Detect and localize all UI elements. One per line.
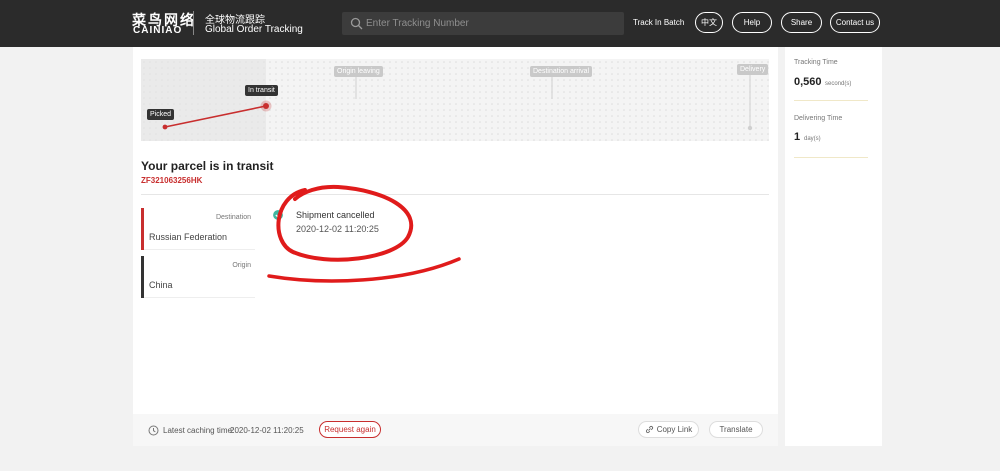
tracking-result-panel: Picked In transit Origin leaving Destina…: [133, 47, 778, 446]
translate-button[interactable]: Translate: [709, 421, 763, 438]
destination-label: Destination: [215, 214, 251, 221]
in-transit-tag: In transit: [245, 85, 278, 96]
top-navigation-bar: 菜鸟网络 CAINIAO 全球物流跟踪 Global Order Trackin…: [0, 0, 1000, 47]
check-icon: [273, 210, 283, 220]
origin-leaving-tag: Origin leaving: [334, 66, 383, 77]
origin-label: Origin: [232, 262, 251, 269]
share-button[interactable]: Share: [781, 12, 822, 33]
tracking-time-label: Tracking Time: [794, 59, 838, 66]
route-map-graphic: [141, 59, 769, 141]
tracking-number[interactable]: ZF321063256HK: [141, 176, 202, 185]
help-button[interactable]: Help: [732, 12, 772, 33]
request-again-button[interactable]: Request again: [319, 421, 381, 438]
subtitle-english: Global Order Tracking: [205, 24, 303, 35]
copy-link-button[interactable]: Copy Link: [638, 421, 699, 438]
search-icon[interactable]: [350, 17, 363, 30]
clock-icon: [148, 425, 159, 436]
cache-time-value: 2020-12-02 11:20:25: [230, 426, 304, 435]
tracking-time-value: 0,560: [794, 76, 822, 88]
delivering-time-divider: [794, 157, 868, 158]
origin-accent-bar: [141, 256, 144, 298]
contact-us-button[interactable]: Contact us: [830, 12, 880, 33]
logo-divider: [193, 11, 194, 35]
delivering-time-value: 1: [794, 131, 801, 143]
event-description: Shipment cancelled: [296, 210, 375, 220]
delivery-tag: Delivery: [737, 64, 769, 75]
picked-tag: Picked: [147, 109, 175, 120]
language-toggle-button[interactable]: 中文: [695, 12, 723, 33]
origin-card: Origin China: [141, 256, 255, 298]
section-divider: [141, 194, 769, 195]
link-icon: [645, 425, 653, 434]
route-map: Picked In transit Origin leaving Destina…: [141, 59, 769, 141]
cache-time-label: Latest caching time:: [163, 426, 235, 435]
destination-accent-bar: [141, 208, 144, 250]
tracking-time-divider: [794, 100, 868, 101]
search-box[interactable]: [342, 12, 624, 35]
delivering-time-unit: day(s): [804, 136, 821, 142]
tracking-time-unit: second(s): [825, 81, 852, 87]
destination-arrival-tag: Destination arrival: [530, 66, 593, 77]
tracking-footer: Latest caching time: 2020-12-02 11:20:25…: [133, 414, 778, 446]
event-timestamp: 2020-12-02 11:20:25: [296, 224, 379, 234]
statistics-panel: Tracking Time 0,560 second(s) Delivering…: [785, 47, 882, 446]
parcel-status-title: Your parcel is in transit: [141, 159, 274, 173]
destination-value: Russian Federation: [149, 232, 228, 242]
copy-link-label: Copy Link: [656, 425, 693, 434]
track-in-batch-link[interactable]: Track In Batch: [633, 18, 684, 27]
origin-value: China: [149, 280, 173, 290]
tracking-number-input[interactable]: [366, 14, 618, 33]
delivering-time-label: Delivering Time: [794, 115, 843, 122]
destination-card: Destination Russian Federation: [141, 208, 255, 250]
logo-english[interactable]: CAINIAO: [133, 25, 182, 36]
